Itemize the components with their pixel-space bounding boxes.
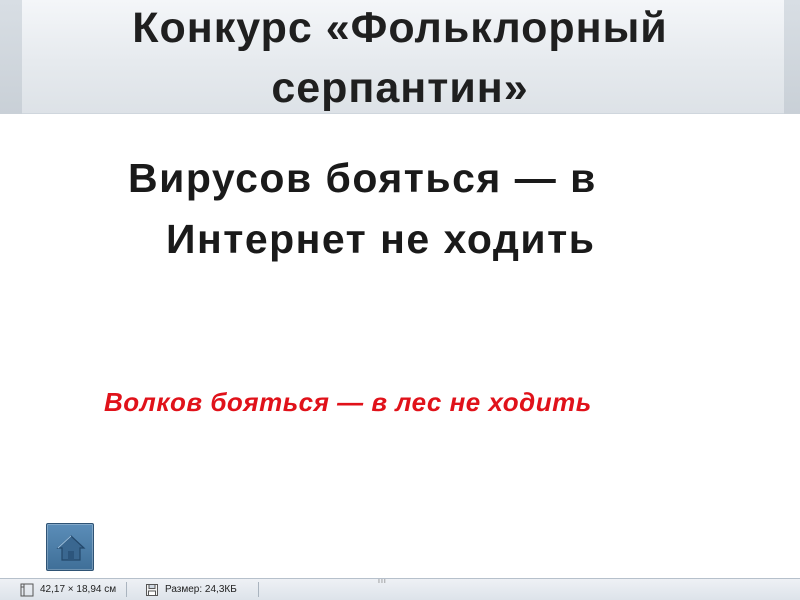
size-text: Размер: 24,3КБ [165, 584, 237, 595]
disk-icon [146, 584, 158, 596]
size-status: Размер: 24,3КБ [145, 582, 237, 598]
status-separator [126, 582, 127, 597]
main-proverb-line-2: Интернет не ходить [166, 216, 596, 262]
dimensions-text: 42,17 × 18,94 см [40, 584, 117, 595]
main-proverb: Вирусов бояться — в Интернет не ходить [0, 148, 800, 270]
dimensions-status: 42,17 × 18,94 см [20, 582, 116, 598]
original-proverb: Волков бояться — в лес не ходить [104, 387, 592, 417]
home-icon [56, 535, 86, 561]
status-separator [258, 582, 259, 597]
status-bar: 42,17 × 18,94 см Размер: 24,3КБ ııı [0, 578, 800, 600]
title-band: Конкурс «Фольклорный серпантин» [0, 0, 800, 114]
slide-title: Конкурс «Фольклорный серпантин» [132, 4, 668, 112]
main-proverb-line-1: Вирусов бояться — в [128, 155, 597, 201]
resize-grip[interactable]: ııı [378, 578, 392, 585]
home-button[interactable] [46, 523, 94, 571]
ruler-icon [20, 583, 34, 597]
